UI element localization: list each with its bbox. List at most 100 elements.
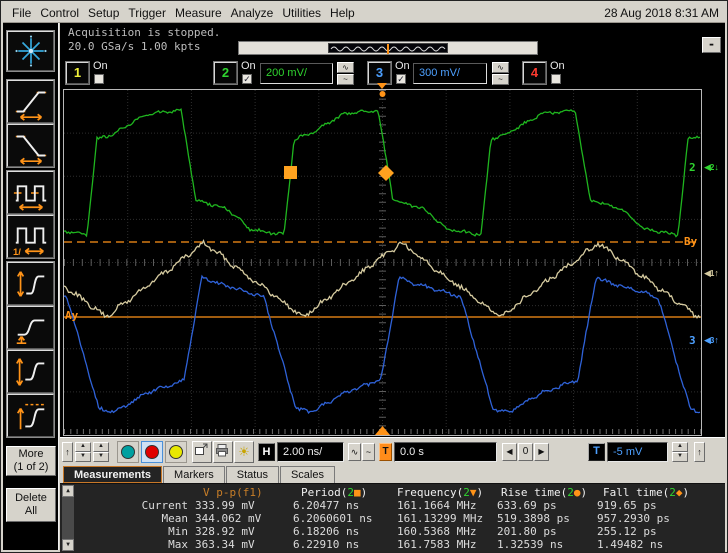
channel-2-scale-field[interactable]: 200 mV/ [260, 63, 333, 84]
channel-4-button[interactable]: 4 [522, 61, 547, 85]
menu-control[interactable]: Control [40, 6, 79, 20]
measurements-panel: ▲ ▼ V p-p(f1) Period(2■) Frequency(2▼) Rise… [60, 483, 725, 552]
measurement-value: 160.5368 MHz [397, 525, 477, 538]
horizontal-toolbar: ↑ ▲ ▼ ▲ ▼ ☀ H 2.00 ns/ ∿ ~ T 0.0 s ◀ 0 ▶… [60, 437, 725, 465]
acquisition-bar: Acquisition is stopped. 20.0 GSa/s 1.00 … [60, 23, 725, 59]
channel-3-scale-field[interactable]: 300 mV/ [413, 63, 487, 84]
v-amplitude-icon [15, 357, 44, 386]
hscale-fine-button[interactable]: ∿ [348, 443, 361, 461]
more-button[interactable]: More (1 of 2) [6, 446, 56, 476]
hscale-coarse-button[interactable]: ~ [362, 443, 375, 461]
menu-setup[interactable]: Setup [88, 6, 119, 20]
menu-file[interactable]: File [12, 6, 31, 20]
measurement-row-min: Min 328.92 mV 6.18206 ns 160.5368 MHz 201.80… [60, 525, 725, 538]
measurements-header-row: V p-p(f1) Period(2■) Frequency(2▼) Rise tim… [60, 486, 725, 499]
frequency-measure-button[interactable]: 1/ [6, 214, 55, 259]
autoscale-logo-button[interactable] [6, 30, 55, 72]
v-pp-icon [16, 270, 44, 297]
marker-a-button[interactable] [117, 441, 139, 463]
measurement-row-current: Current 333.99 mV 6.20477 ns 161.1664 MHz 63… [60, 499, 725, 512]
measurement-value: 255.12 ps [597, 525, 657, 538]
expand-up-button[interactable]: ↑ [62, 442, 73, 462]
channel-1-checkbox[interactable] [94, 74, 104, 84]
period-icon [13, 184, 46, 211]
window-zoom-button[interactable] [192, 441, 212, 463]
marker-b-button-active[interactable] [141, 441, 163, 463]
starburst-icon [14, 35, 47, 67]
channel-3-on-label: On [395, 60, 410, 72]
tab-status[interactable]: Status [225, 466, 279, 483]
overview-thumb[interactable] [328, 43, 448, 54]
minimize-button[interactable]: - [702, 37, 721, 53]
menu-analyze[interactable]: Analyze [231, 6, 274, 20]
marker-by-label: By [684, 235, 698, 248]
expand-up-button-right[interactable]: ↑ [694, 442, 705, 462]
window-arrow-icon [195, 443, 208, 455]
measurement-value: 363.34 mV [195, 538, 255, 551]
measurement-value: 6.22910 ns [293, 538, 360, 551]
period-marker-square[interactable] [284, 166, 297, 179]
horizontal-overview-scrollbar[interactable] [238, 41, 538, 55]
menu-trigger[interactable]: Trigger [128, 6, 166, 20]
trigger-delay-field[interactable]: 0.0 s [394, 442, 497, 462]
trigger-t-button[interactable]: T [379, 443, 392, 461]
channel-3-probe-button[interactable]: ~ [492, 74, 509, 85]
measurement-value: 519.3898 ps [497, 512, 570, 525]
ch3-trace-label: 3 [689, 334, 696, 347]
fall-time-marker-diamond[interactable] [378, 165, 394, 181]
oscilloscope-window: File Control Setup Trigger Measure Analyze Uti… [0, 0, 728, 553]
delay-left-button[interactable]: ◀ [502, 443, 517, 461]
column-header: Period(2■) [301, 486, 368, 499]
period-measure-button[interactable] [6, 170, 55, 215]
channel-3-button[interactable]: 3 [367, 61, 392, 85]
menu-help[interactable]: Help [330, 6, 355, 20]
timebase-scale-field[interactable]: 2.00 ns/ [277, 442, 344, 462]
channel-2-probe-button[interactable]: ~ [337, 74, 354, 85]
channel-1-button[interactable]: 1 [65, 61, 90, 85]
frequency-icon: 1/ [12, 227, 46, 256]
menu-utilities[interactable]: Utilities [282, 6, 321, 20]
measurement-value: 333.99 mV [195, 499, 255, 512]
ch3-ground-marker-icon[interactable]: ◀3↑ [704, 336, 719, 346]
measurement-value: 633.69 ps [497, 499, 557, 512]
measurement-value: 6.20477 ns [293, 499, 360, 512]
channel-4-checkbox[interactable] [551, 74, 561, 84]
channel-2-coupling-button[interactable]: ∿ [337, 62, 354, 73]
fall-time-measure-button[interactable] [6, 123, 55, 168]
trigger-level-spinner[interactable]: ▲ ▼ [672, 442, 688, 462]
vertical-spinner-2[interactable]: ▲ ▼ [93, 442, 109, 462]
delete-all-button[interactable]: Delete All [6, 488, 56, 522]
print-button[interactable] [213, 441, 233, 463]
channel-2-checkbox[interactable]: ✓ [242, 74, 252, 84]
overview-waveform-icon [330, 44, 446, 54]
row-label: Mean [161, 512, 189, 525]
tab-scales[interactable]: Scales [279, 466, 335, 483]
sample-rate: 20.0 GSa/s 1.00 kpts [68, 40, 201, 53]
vpp-measure-button[interactable] [6, 261, 55, 306]
ch2-trace-label: 2 [689, 161, 696, 174]
waveform-display[interactable] [63, 89, 702, 436]
rise-time-measure-button[interactable] [6, 79, 55, 124]
measurement-value: 328.92 mV [195, 525, 255, 538]
trigger-level-t-button[interactable]: T [588, 443, 605, 461]
tab-measurements[interactable]: Measurements [63, 466, 163, 483]
vertical-spinner-1[interactable]: ▲ ▼ [75, 442, 91, 462]
ch2-ground-marker-icon[interactable]: ◀2↓ [704, 163, 719, 173]
channel-3-checkbox[interactable]: ✓ [396, 74, 406, 84]
marker-c-button[interactable] [165, 441, 187, 463]
horizontal-h-button[interactable]: H [258, 443, 275, 461]
tab-markers[interactable]: Markers [163, 466, 225, 483]
menu-measure[interactable]: Measure [175, 6, 222, 20]
printer-icon [216, 444, 228, 457]
delay-right-button[interactable]: ▶ [534, 443, 549, 461]
f1-ground-marker-icon[interactable]: ◀1↑ [704, 269, 719, 279]
vbase-measure-button[interactable] [6, 305, 55, 350]
measurement-value: 201.80 ps [497, 525, 557, 538]
channel-2-button[interactable]: 2 [213, 61, 238, 85]
vmax-measure-button[interactable] [6, 393, 55, 438]
trigger-level-field[interactable]: -5 mV [607, 442, 668, 462]
delay-zero-button[interactable]: 0 [518, 443, 533, 461]
vamplitude-measure-button[interactable] [6, 349, 55, 394]
channel-3-coupling-button[interactable]: ∿ [492, 62, 509, 73]
display-brightness-button[interactable]: ☀ [234, 441, 254, 463]
